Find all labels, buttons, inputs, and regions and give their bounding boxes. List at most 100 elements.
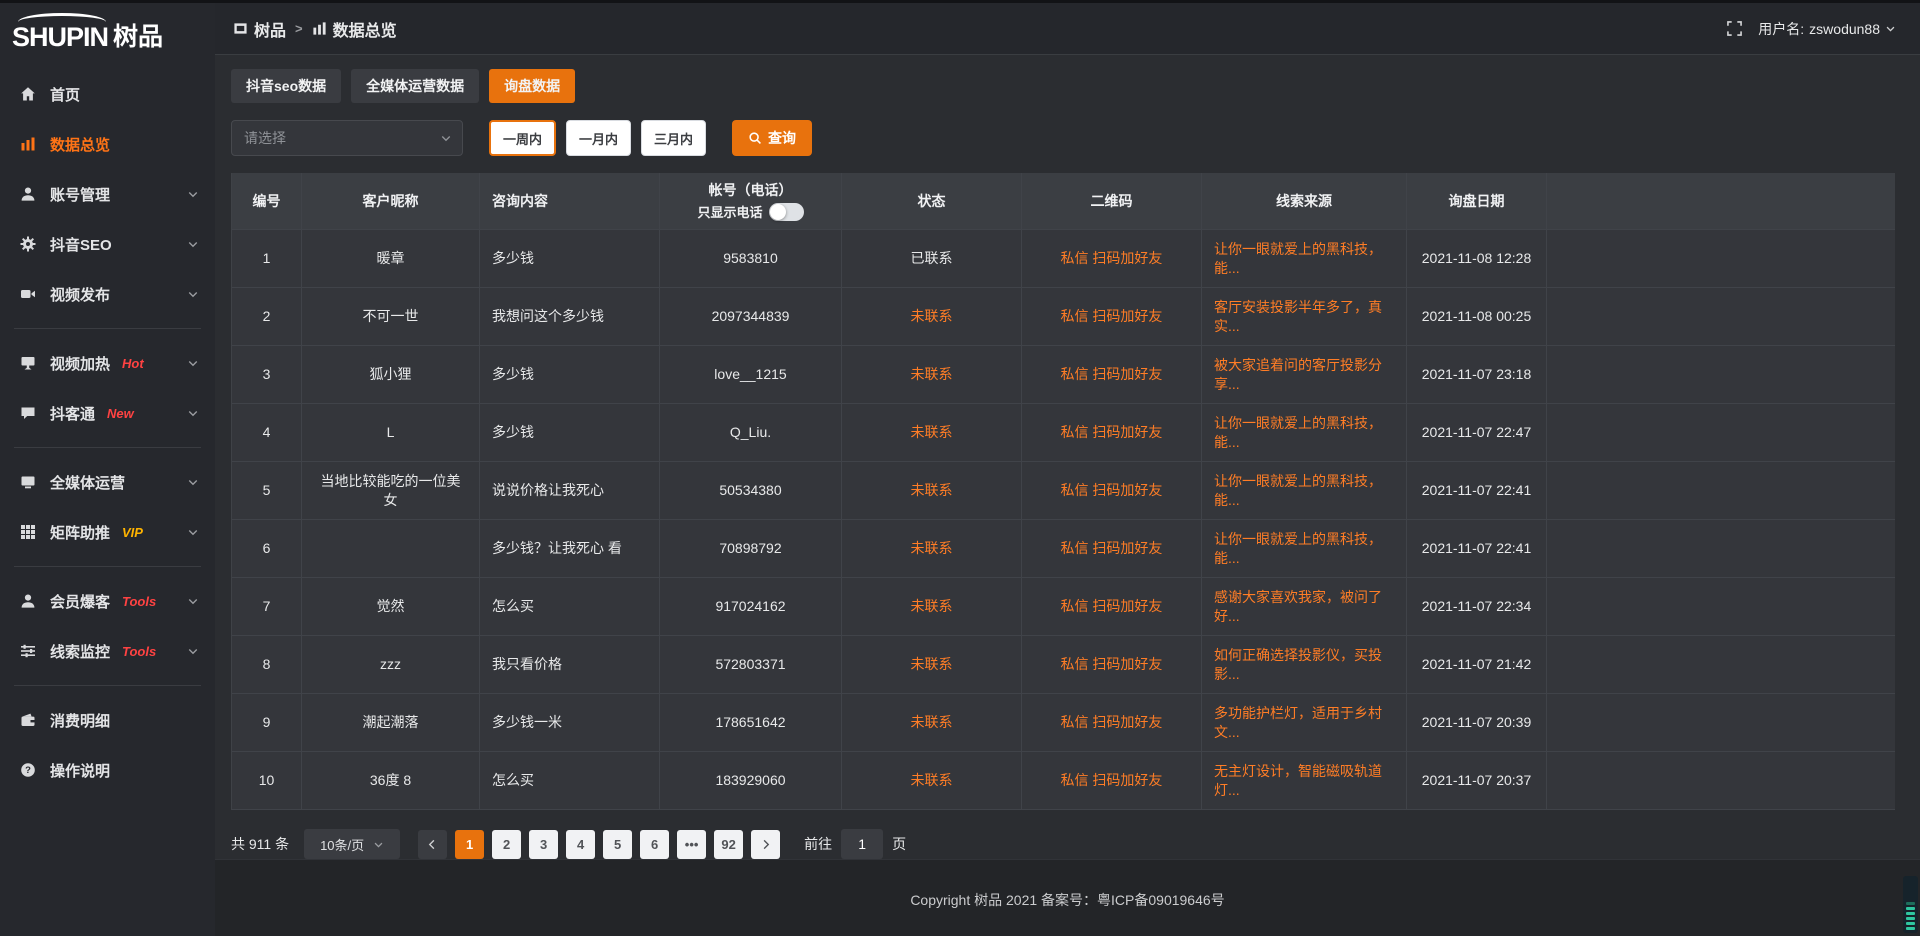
cell-id: 4 (232, 404, 302, 461)
sidebar-item-matrix-boost[interactable]: 矩阵助推 VIP (0, 507, 215, 557)
cell-qrcode-link[interactable]: 私信 扫码加好友 (1022, 288, 1202, 345)
filter-row: 请选择 一周内一月内 三月内 查询 (231, 120, 1895, 156)
cell-source-link[interactable]: 客厅安装投影半年多了，真实... (1202, 288, 1407, 345)
mini-widget[interactable] (1903, 876, 1918, 933)
cell-source-link[interactable]: 被大家追着问的客厅投影分享... (1202, 346, 1407, 403)
cell-source-link[interactable]: 多功能护栏灯，适用于乡村文... (1202, 694, 1407, 751)
phone-only-toggle[interactable] (769, 203, 804, 221)
chevron-down-icon (187, 526, 199, 538)
page-button-92[interactable]: 92 (714, 830, 743, 859)
copyright-text: Copyright 树品 2021 备案号：粤ICP备09019646号 (910, 890, 1224, 910)
sidebar-item-label: 消费明细 (50, 710, 110, 731)
cell-id: 3 (232, 346, 302, 403)
sidebar-item-badge: Tools (122, 594, 156, 609)
prev-page-button[interactable] (418, 830, 447, 859)
cell-id: 6 (232, 520, 302, 577)
wallet-icon (20, 712, 37, 729)
cell-source-link[interactable]: 如何正确选择投影仪，买投影... (1202, 636, 1407, 693)
cell-qrcode-link[interactable]: 私信 扫码加好友 (1022, 636, 1202, 693)
sidebar-item-clue-monitor[interactable]: 线索监控 Tools (0, 626, 215, 676)
breadcrumb-label: 数据总览 (333, 17, 397, 41)
goto-page: 前往 1 页 (804, 829, 906, 859)
chevron-down-icon (187, 595, 199, 607)
header-filler (1547, 173, 1895, 229)
tab-0[interactable]: 抖音seo数据 (231, 69, 341, 103)
sidebar-item-operation-guide[interactable]: ? 操作说明 (0, 745, 215, 795)
cell-id: 7 (232, 578, 302, 635)
cell-filler (1547, 288, 1895, 345)
cell-account: love__1215 (660, 346, 842, 403)
sidebar-item-data-overview[interactable]: 数据总览 (0, 119, 215, 169)
filter-select[interactable]: 请选择 (231, 120, 463, 156)
sidebar-item-label: 抖音SEO (50, 234, 112, 255)
chevron-down-icon (187, 288, 199, 300)
help-icon: ? (20, 762, 37, 779)
cell-source-link[interactable]: 无主灯设计，智能磁吸轨道灯... (1202, 752, 1407, 809)
cell-qrcode-link[interactable]: 私信 扫码加好友 (1022, 520, 1202, 577)
cell-nickname: L (302, 404, 480, 461)
sidebar-divider (14, 328, 201, 329)
sidebar-item-video-heat[interactable]: 视频加热 Hot (0, 338, 215, 388)
header-id: 编号 (232, 173, 302, 229)
page-size-select[interactable]: 10条/页 (304, 829, 400, 859)
sidebar-item-douyin-seo[interactable]: 抖音SEO (0, 219, 215, 269)
cell-filler (1547, 230, 1895, 287)
cell-account: 183929060 (660, 752, 842, 809)
logo-text-en: SHUPIN (12, 22, 108, 53)
page-button-4[interactable]: 4 (566, 830, 595, 859)
sidebar-item-consume-detail[interactable]: 消费明细 (0, 695, 215, 745)
next-page-button[interactable] (751, 830, 780, 859)
tab-label: 询盘数据 (504, 76, 560, 96)
sidebar-item-video-publish[interactable]: 视频发布 (0, 269, 215, 319)
fullscreen-icon[interactable] (1727, 21, 1742, 36)
table-header-row: 编号 客户昵称 咨询内容 帐号（电话） 只显示电话 状态 二维码 线索来源 询盘… (232, 173, 1895, 230)
page-button-6[interactable]: 6 (640, 830, 669, 859)
cell-source-link[interactable]: 让你一眼就爱上的黑科技，能... (1202, 462, 1407, 519)
cell-date: 2021-11-07 20:37 (1407, 752, 1547, 809)
tab-1[interactable]: 全媒体运营数据 (351, 69, 479, 103)
cell-qrcode-link[interactable]: 私信 扫码加好友 (1022, 578, 1202, 635)
cell-qrcode-link[interactable]: 私信 扫码加好友 (1022, 462, 1202, 519)
breadcrumb-item-page[interactable]: 数据总览 (312, 17, 397, 41)
query-button[interactable]: 查询 (732, 120, 812, 156)
sidebar-item-douketong[interactable]: 抖客通 New (0, 388, 215, 438)
sidebar-item-account-manage[interactable]: 账号管理 (0, 169, 215, 219)
header-content: 咨询内容 (480, 173, 660, 229)
cell-qrcode-link[interactable]: 私信 扫码加好友 (1022, 752, 1202, 809)
breadcrumb-item-brand[interactable]: 树品 (233, 17, 286, 41)
user-menu[interactable]: 用户名: zswodun88 (1758, 19, 1896, 39)
cell-qrcode-link[interactable]: 私信 扫码加好友 (1022, 230, 1202, 287)
cell-qrcode-link[interactable]: 私信 扫码加好友 (1022, 346, 1202, 403)
page-button-5[interactable]: 5 (603, 830, 632, 859)
cell-source-link[interactable]: 让你一眼就爱上的黑科技，能... (1202, 404, 1407, 461)
tab-2[interactable]: 询盘数据 (489, 69, 575, 103)
page-button-1[interactable]: 1 (455, 830, 484, 859)
sidebar-item-label: 视频加热 (50, 353, 110, 374)
table-row: 10 36度 8 怎么买 183929060 未联系 私信 扫码加好友 无主灯设… (232, 752, 1895, 810)
cell-id: 8 (232, 636, 302, 693)
brand-logo[interactable]: SHUPIN 树品 (0, 5, 215, 61)
page-button-3[interactable]: 3 (529, 830, 558, 859)
cell-source-link[interactable]: 让你一眼就爱上的黑科技，能... (1202, 230, 1407, 287)
range-button-label: 三月内 (654, 129, 693, 148)
cell-source-link[interactable]: 感谢大家喜欢我家，被问了好... (1202, 578, 1407, 635)
cell-qrcode-link[interactable]: 私信 扫码加好友 (1022, 404, 1202, 461)
cell-nickname: 狐小狸 (302, 346, 480, 403)
page-button-2[interactable]: 2 (492, 830, 521, 859)
page-size-value: 10条/页 (320, 835, 364, 854)
sidebar-item-home[interactable]: 首页 (0, 69, 215, 119)
cell-account: 572803371 (660, 636, 842, 693)
range-button-2[interactable]: 三月内 (641, 120, 706, 156)
header-account: 帐号（电话） 只显示电话 (660, 173, 842, 229)
range-button-0[interactable]: 一周内 (489, 120, 556, 156)
range-button-1[interactable]: 一月内 (566, 120, 631, 156)
sidebar-item-member-baoke[interactable]: 会员爆客 Tools (0, 576, 215, 626)
cell-qrcode-link[interactable]: 私信 扫码加好友 (1022, 694, 1202, 751)
table-row: 8 zzz 我只看价格 572803371 未联系 私信 扫码加好友 如何正确选… (232, 636, 1895, 694)
sidebar-item-media-operation[interactable]: 全媒体运营 (0, 457, 215, 507)
goto-page-input[interactable]: 1 (841, 829, 883, 859)
pic-icon (233, 21, 248, 36)
page-ellipsis-button[interactable]: ••• (677, 830, 706, 859)
cell-filler (1547, 578, 1895, 635)
cell-source-link[interactable]: 让你一眼就爱上的黑科技，能... (1202, 520, 1407, 577)
